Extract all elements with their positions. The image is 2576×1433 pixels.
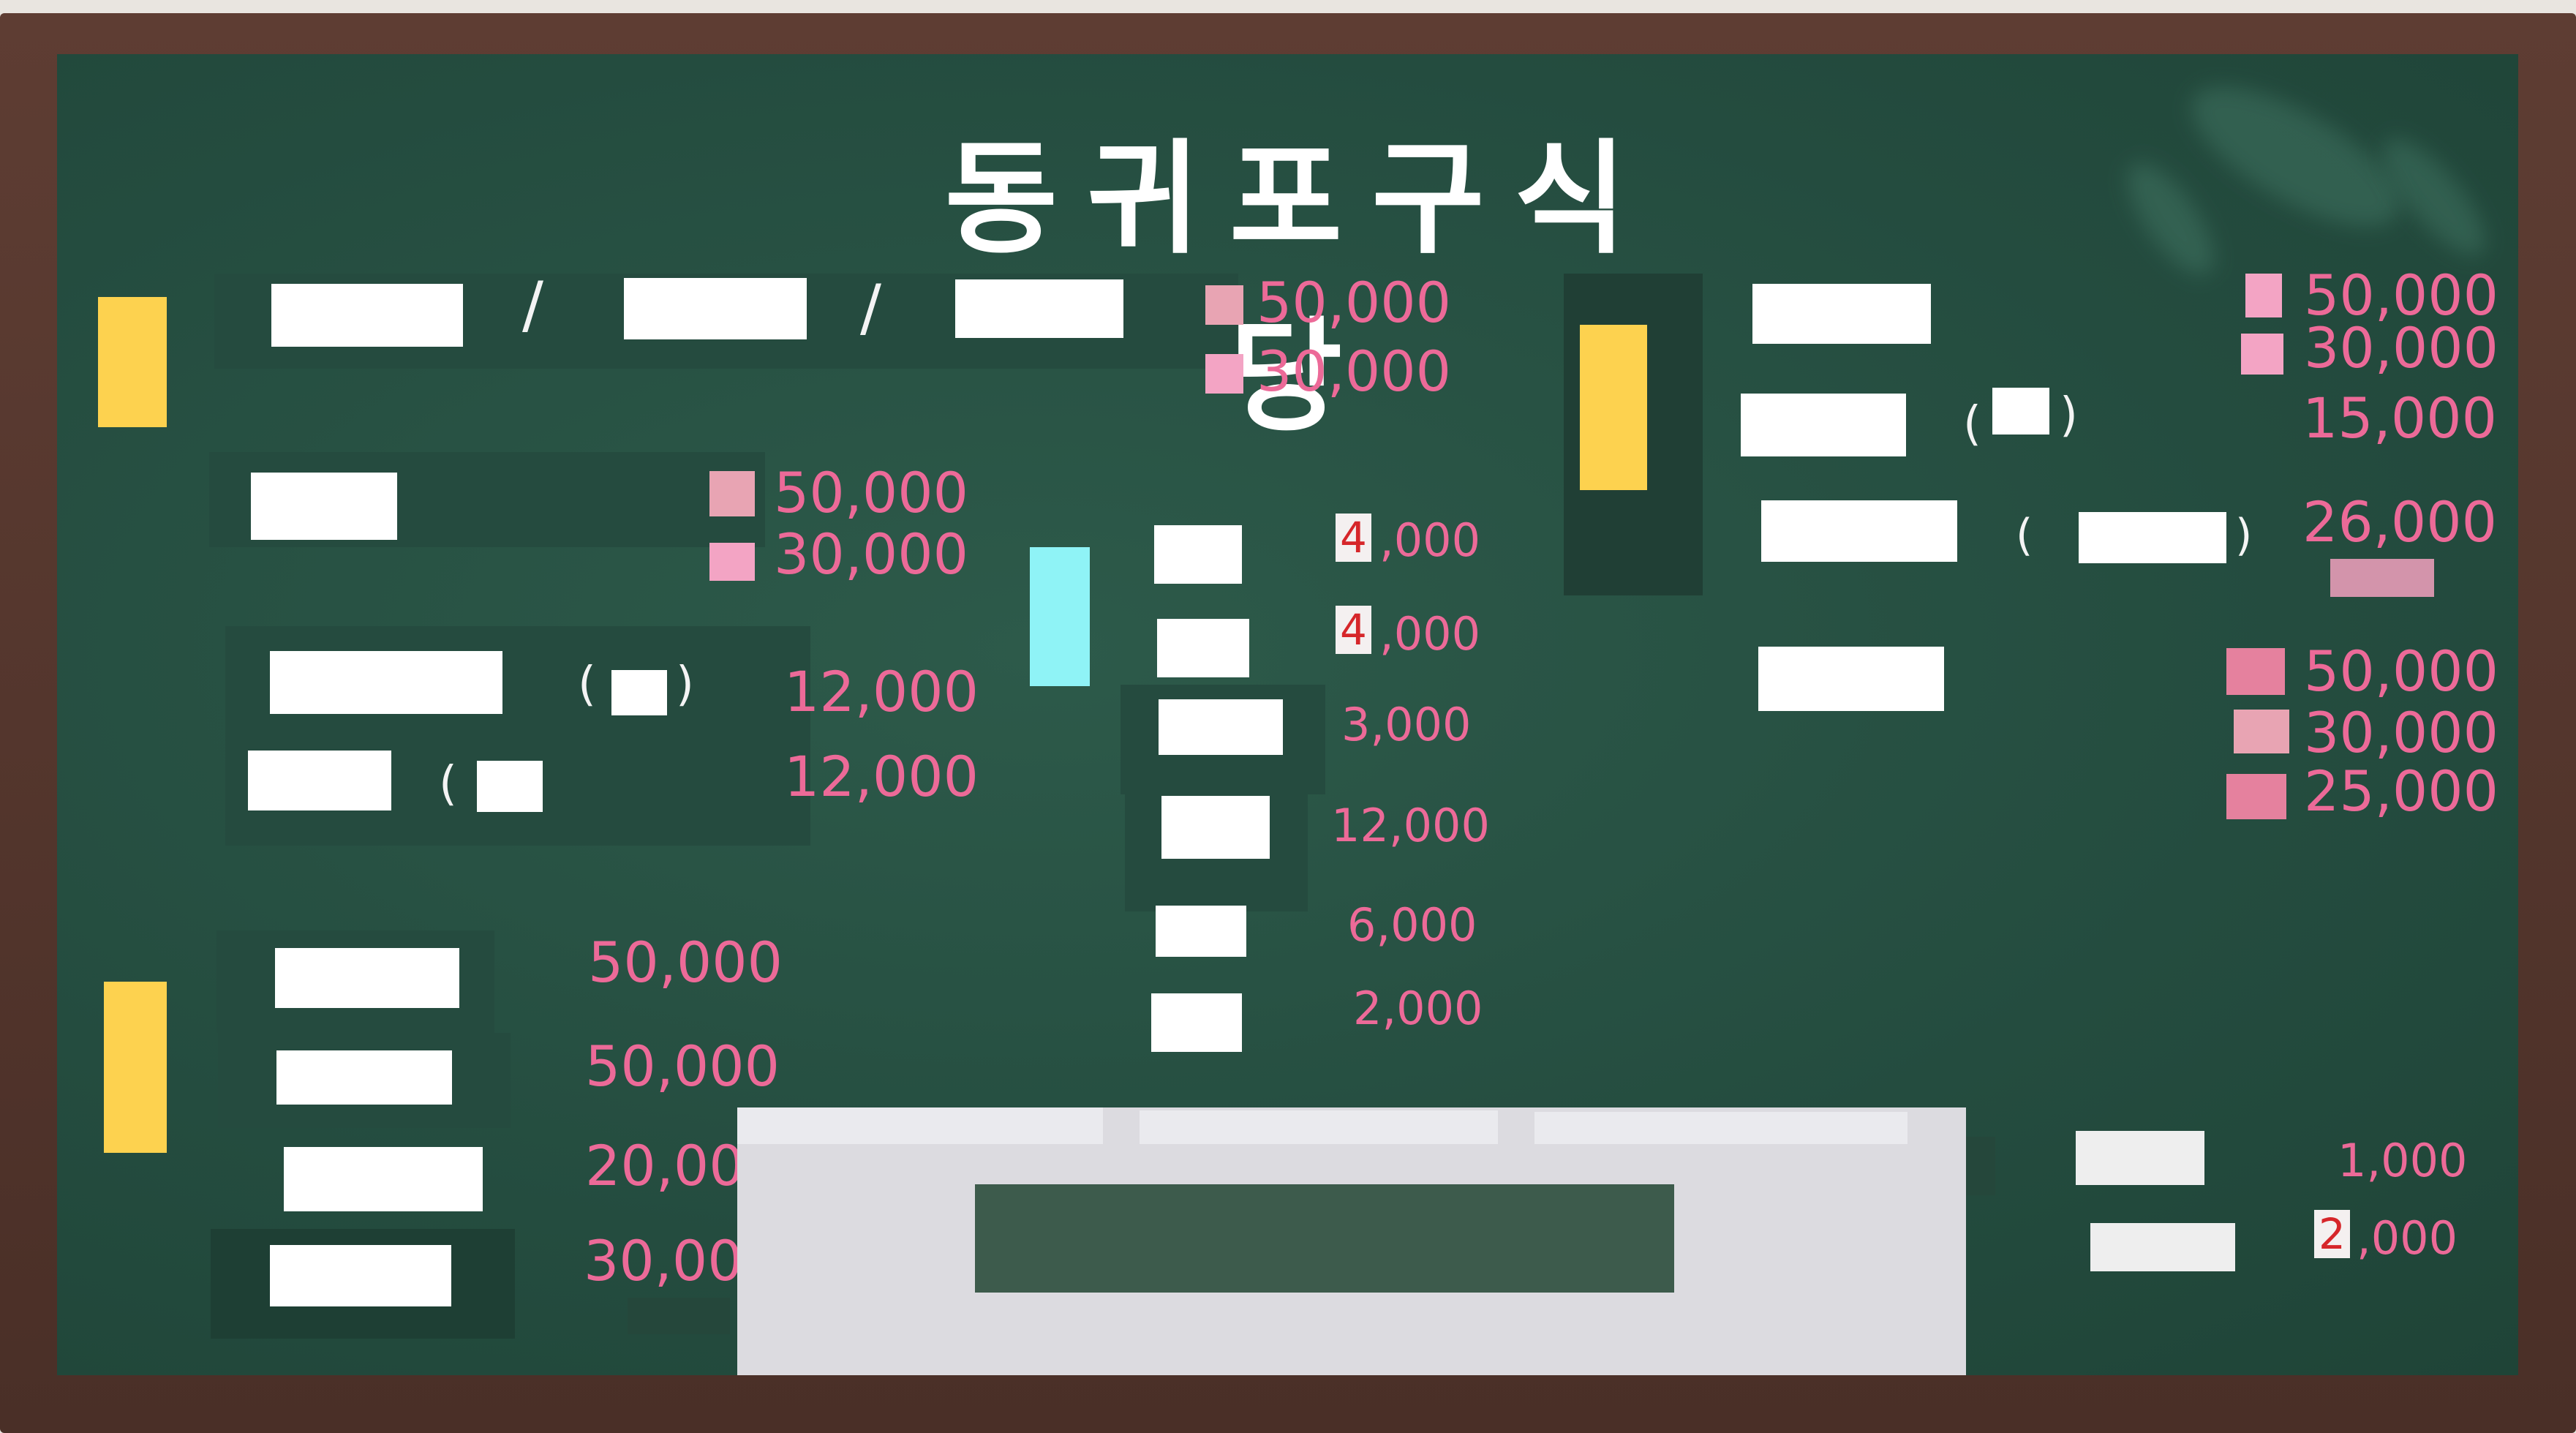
size-square (2234, 710, 2289, 753)
size-square (709, 471, 755, 516)
menu-name-card (1156, 906, 1246, 957)
category-tab-yellow (104, 982, 167, 1153)
size-square (2245, 274, 2282, 317)
close-paren: ) (2060, 388, 2078, 443)
open-paren: ( (439, 757, 457, 811)
menu-name-card (2090, 1223, 2235, 1271)
tape-strip (628, 1298, 730, 1334)
price-text: ,000 (1379, 607, 1481, 661)
menu-name-card (276, 1050, 452, 1105)
menu-name-card (284, 1147, 483, 1211)
light-glare (2112, 150, 2230, 287)
menu-name-card (1154, 525, 1242, 584)
menu-name-card (624, 278, 807, 339)
price-text: 30,000 (1257, 339, 1451, 404)
price-text: 25,000 (2304, 759, 2498, 824)
menu-name-card (270, 651, 502, 714)
size-square (1205, 354, 1243, 394)
category-tab-yellow (1580, 325, 1647, 490)
size-square (709, 543, 755, 581)
price-text: ,000 (1379, 514, 1481, 567)
separator-slash: / (522, 268, 543, 342)
size-bar (2330, 559, 2434, 597)
menu-name-card (1151, 993, 1242, 1052)
price-digit-card: 2 (2314, 1210, 2350, 1258)
size-square (2241, 334, 2283, 375)
price-text: 50,000 (1257, 270, 1451, 335)
open-paren: ( (1963, 397, 1981, 451)
size-square (1205, 285, 1243, 325)
menu-name-card (1157, 619, 1249, 677)
price-text: 12,000 (1331, 799, 1490, 852)
posted-notice-sheet (1140, 1110, 1498, 1144)
price-text: 50,000 (774, 460, 968, 525)
close-paren: ) (676, 658, 694, 712)
light-glare (2172, 60, 2419, 253)
category-tab-yellow (98, 297, 167, 427)
size-square (2226, 648, 2285, 695)
price-text: 30,000 (774, 522, 968, 587)
menu-name-card (275, 948, 459, 1008)
price-text: 50,000 (585, 1034, 780, 1099)
price-text: 2,000 (1353, 982, 1483, 1035)
price-text: 1,000 (2338, 1134, 2468, 1187)
posted-notice-sheet (737, 1107, 1103, 1144)
menu-option-card (611, 670, 667, 715)
open-paren: ( (2016, 510, 2033, 561)
menu-name-card (1161, 796, 1270, 859)
price-text: 50,000 (2304, 639, 2498, 704)
menu-name-card (1741, 394, 1906, 456)
chalkboard: 동귀포구식당 / / 50,000 30,000 50,000 30,000 (… (57, 54, 2518, 1375)
price-text: 30,000 (2304, 700, 2498, 765)
price-digit-card: 4 (1336, 514, 1371, 562)
menu-name-card (251, 473, 397, 540)
price-text: ,000 (2357, 1211, 2458, 1265)
open-paren: ( (578, 658, 596, 712)
menu-name-card (1758, 647, 1944, 711)
close-paren: ) (2235, 510, 2253, 561)
menu-option-card (2079, 512, 2226, 563)
notice-banner (975, 1184, 1674, 1293)
price-text: 12,000 (784, 659, 979, 724)
menu-name-card (1159, 699, 1283, 755)
separator-slash: / (860, 271, 881, 345)
category-tab-cyan (1030, 547, 1090, 686)
price-text: 12,000 (784, 744, 979, 809)
price-text: 26,000 (2302, 489, 2497, 554)
menu-name-card (955, 279, 1123, 338)
menu-option-card (1992, 388, 2049, 435)
menu-name-card (270, 1245, 451, 1306)
posted-notice-sheet (1534, 1112, 1907, 1144)
price-text: 6,000 (1347, 898, 1477, 952)
price-text: 50,000 (588, 930, 783, 995)
price-digit-card: 4 (1336, 606, 1371, 654)
price-text: 3,000 (1341, 698, 1472, 751)
size-square (2226, 774, 2286, 819)
menu-name-card (1752, 284, 1931, 344)
menu-name-card (271, 284, 463, 347)
menu-option-card (477, 761, 543, 812)
price-text: 15,000 (2302, 385, 2497, 451)
menu-name-card (1761, 500, 1957, 562)
price-text: 30,000 (2304, 315, 2498, 380)
menu-name-card (2076, 1131, 2204, 1185)
menu-name-card (248, 751, 391, 810)
